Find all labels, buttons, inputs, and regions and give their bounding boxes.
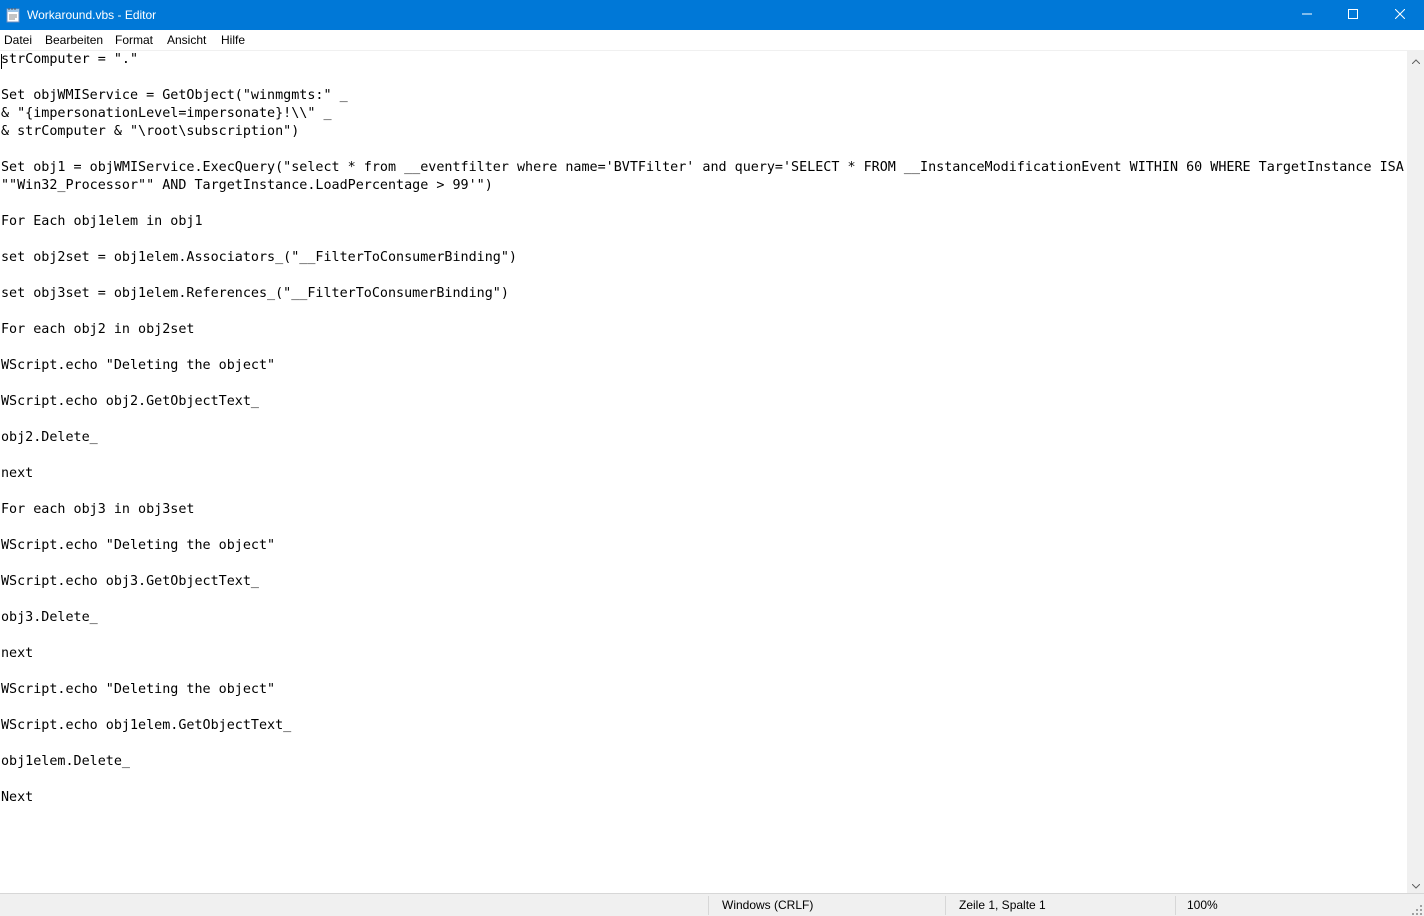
code-line[interactable]: [1, 303, 1404, 321]
code-line[interactable]: [1, 267, 1404, 285]
status-divider: [708, 896, 709, 915]
status-bar: Windows (CRLF) Zeile 1, Spalte 1 100%: [0, 893, 1424, 916]
window-title: Workaround.vbs - Editor: [27, 8, 157, 22]
code-line[interactable]: Next: [1, 789, 1404, 807]
code-line[interactable]: next: [1, 465, 1404, 483]
code-line[interactable]: Set objWMIService = GetObject("winmgmts:…: [1, 87, 1404, 105]
code-line[interactable]: [1, 591, 1404, 609]
code-line[interactable]: strComputer = ".": [1, 51, 1404, 69]
code-line[interactable]: WScript.echo obj3.GetObjectText_: [1, 573, 1404, 591]
code-line[interactable]: [1, 375, 1404, 393]
menu-datei[interactable]: Datei: [0, 30, 36, 50]
status-cursor-position: Zeile 1, Spalte 1: [959, 898, 1046, 912]
code-line[interactable]: & strComputer & "\root\subscription"): [1, 123, 1404, 141]
code-line[interactable]: [1, 141, 1404, 159]
close-icon: [1394, 6, 1406, 24]
code-line[interactable]: [1, 339, 1404, 357]
menu-bearbeiten[interactable]: Bearbeiten: [41, 30, 107, 50]
code-line[interactable]: WScript.echo obj1elem.GetObjectText_: [1, 717, 1404, 735]
code-line[interactable]: set obj2set = obj1elem.Associators_("__F…: [1, 249, 1404, 267]
code-line[interactable]: [1, 195, 1404, 213]
code-line[interactable]: WScript.echo "Deleting the object": [1, 537, 1404, 555]
code-line[interactable]: & "{impersonationLevel=impersonate}!\\" …: [1, 105, 1404, 123]
code-line[interactable]: [1, 663, 1404, 681]
vertical-scrollbar[interactable]: [1407, 51, 1424, 893]
code-line[interactable]: [1, 627, 1404, 645]
chevron-up-icon: [1411, 51, 1420, 69]
maximize-icon: [1348, 6, 1358, 24]
code-line[interactable]: [1, 231, 1404, 249]
resize-grip-icon[interactable]: [1411, 904, 1423, 916]
code-line[interactable]: [1, 699, 1404, 717]
code-line[interactable]: [1, 555, 1404, 573]
code-line[interactable]: WScript.echo "Deleting the object": [1, 357, 1404, 375]
code-line[interactable]: [1, 735, 1404, 753]
title-bar[interactable]: Workaround.vbs - Editor: [0, 0, 1424, 30]
menu-hilfe[interactable]: Hilfe: [217, 30, 249, 50]
scroll-up-button[interactable]: [1407, 51, 1424, 68]
code-line[interactable]: WScript.echo "Deleting the object": [1, 681, 1404, 699]
code-line[interactable]: For each obj3 in obj3set: [1, 501, 1404, 519]
code-line[interactable]: [1, 69, 1404, 87]
code-line[interactable]: obj1elem.Delete_: [1, 753, 1404, 771]
maximize-button[interactable]: [1330, 0, 1376, 30]
chevron-down-icon: [1411, 876, 1420, 894]
code-line[interactable]: [1, 771, 1404, 789]
notepad-icon[interactable]: [6, 7, 20, 23]
minimize-button[interactable]: [1284, 0, 1330, 30]
code-line[interactable]: obj2.Delete_: [1, 429, 1404, 447]
code-line[interactable]: obj3.Delete_: [1, 609, 1404, 627]
code-line[interactable]: [1, 411, 1404, 429]
status-zoom: 100%: [1187, 898, 1218, 912]
code-line[interactable]: [1, 519, 1404, 537]
scroll-down-button[interactable]: [1407, 876, 1424, 893]
code-line[interactable]: WScript.echo obj2.GetObjectText_: [1, 393, 1404, 411]
code-line[interactable]: [1, 447, 1404, 465]
code-line[interactable]: Set obj1 = objWMIService.ExecQuery("sele…: [1, 159, 1404, 177]
code-line[interactable]: For each obj2 in obj2set: [1, 321, 1404, 339]
status-divider: [1175, 896, 1176, 915]
code-line[interactable]: set obj3set = obj1elem.References_("__Fi…: [1, 285, 1404, 303]
text-caret: [1, 54, 2, 69]
notepad-window: Workaround.vbs - Editor Datei Bearbeiten…: [0, 0, 1424, 916]
status-line-ending: Windows (CRLF): [722, 898, 814, 912]
code-line[interactable]: For Each obj1elem in obj1: [1, 213, 1404, 231]
editor-content[interactable]: strComputer = "." Set objWMIService = Get…: [1, 51, 1404, 807]
code-line[interactable]: [1, 483, 1404, 501]
code-line[interactable]: next: [1, 645, 1404, 663]
menu-bar: Datei Bearbeiten Format Ansicht Hilfe: [0, 30, 1424, 51]
menu-ansicht[interactable]: Ansicht: [163, 30, 210, 50]
menu-format[interactable]: Format: [111, 30, 157, 50]
status-divider: [945, 896, 946, 915]
close-button[interactable]: [1376, 0, 1424, 30]
text-editor[interactable]: strComputer = "." Set objWMIService = Get…: [0, 51, 1407, 893]
minimize-icon: [1302, 6, 1312, 24]
code-line[interactable]: ""Win32_Processor"" AND TargetInstance.L…: [1, 177, 1404, 195]
